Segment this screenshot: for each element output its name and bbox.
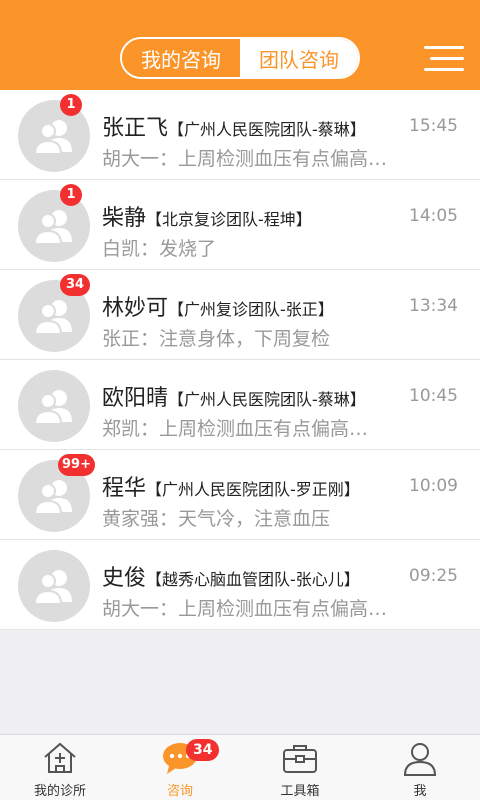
avatar bbox=[18, 550, 90, 622]
avatar: 1 bbox=[18, 94, 90, 172]
unread-badge: 99+ bbox=[58, 454, 95, 476]
user-group-icon bbox=[33, 570, 72, 605]
tab-label: 咨询 bbox=[166, 784, 193, 799]
tab-label: 我的诊所 bbox=[33, 784, 86, 799]
user-group-icon bbox=[33, 480, 72, 515]
conversation-row[interactable]: 34 林妙可【广州复诊团队-张正】 13:34 张正：注意身体，下周复检 bbox=[0, 270, 480, 360]
tab-consult[interactable]: 咨询 bbox=[120, 735, 240, 800]
bottom-tab-bar: 我的诊所 咨询 工具箱 我 bbox=[0, 734, 480, 800]
conversation-row[interactable]: 欧阳晴【广州人民医院团队-蔡琳】 10:45 郑凯：上周检测血压有点偏高… bbox=[0, 360, 480, 450]
team-label: 【广州人民医院团队-罗正刚】 bbox=[146, 480, 360, 499]
clinic-house-icon bbox=[44, 742, 76, 773]
message-preview: 黄家强：天气冷，注意血压 bbox=[102, 508, 331, 530]
team-label: 【越秀心脑血管团队-张心儿】 bbox=[146, 570, 360, 589]
message-preview: 白凯：发烧了 bbox=[102, 238, 217, 260]
message-preview: 胡大一：上周检测血压有点偏高… bbox=[102, 598, 388, 620]
tab-label: 我 bbox=[413, 784, 427, 799]
conversation-row[interactable]: 99+ 程华【广州人民医院团队-罗正刚】 10:09 黄家强：天气冷，注意血压 bbox=[0, 450, 480, 540]
message-time: 15:45 bbox=[409, 116, 458, 136]
avatar: 1 bbox=[18, 184, 90, 262]
segment-my-consult[interactable]: 我的咨询 bbox=[122, 39, 240, 77]
header-bar: 我的咨询 团队咨询 bbox=[0, 0, 480, 90]
segment-team-consult[interactable]: 团队咨询 bbox=[240, 39, 358, 77]
message-time: 10:09 bbox=[409, 476, 458, 496]
avatar: 99+ bbox=[18, 454, 95, 532]
menu-lines-icon[interactable] bbox=[424, 44, 464, 74]
consult-tab-badge: 34 bbox=[186, 739, 220, 761]
contact-name: 柴静 bbox=[102, 206, 147, 231]
user-group-icon bbox=[33, 300, 72, 335]
consult-segment-control: 我的咨询 团队咨询 bbox=[120, 37, 360, 79]
contact-name: 史俊 bbox=[102, 566, 147, 591]
avatar bbox=[18, 370, 90, 442]
team-label: 【广州人民医院团队-蔡琳】 bbox=[168, 120, 366, 139]
conversation-row[interactable]: 1 柴静【北京复诊团队-程坤】 14:05 白凯：发烧了 bbox=[0, 180, 480, 270]
tab-my-clinic[interactable]: 我的诊所 bbox=[0, 735, 120, 800]
message-time: 14:05 bbox=[409, 206, 458, 226]
conversation-row[interactable]: 1 张正飞【广州人民医院团队-蔡琳】 15:45 胡大一：上周检测血压有点偏高… bbox=[0, 90, 480, 180]
tab-toolbox[interactable]: 工具箱 bbox=[240, 735, 360, 800]
message-time: 10:45 bbox=[409, 386, 458, 406]
contact-name: 程华 bbox=[102, 476, 147, 501]
unread-badge: 34 bbox=[60, 274, 91, 296]
unread-badge: 1 bbox=[60, 94, 82, 116]
tab-label: 工具箱 bbox=[280, 784, 320, 799]
contact-name: 欧阳晴 bbox=[102, 386, 169, 411]
avatar: 34 bbox=[18, 274, 91, 352]
person-icon bbox=[403, 743, 437, 776]
toolbox-icon bbox=[283, 745, 317, 773]
user-group-icon bbox=[33, 390, 72, 425]
user-group-icon bbox=[33, 210, 72, 245]
conversation-row[interactable]: 史俊【越秀心脑血管团队-张心儿】 09:25 胡大一：上周检测血压有点偏高… bbox=[0, 540, 480, 630]
message-preview: 张正：注意身体，下周复检 bbox=[102, 328, 331, 350]
message-preview: 郑凯：上周检测血压有点偏高… bbox=[102, 418, 369, 440]
unread-badge: 1 bbox=[60, 184, 82, 206]
team-label: 【广州复诊团队-张正】 bbox=[168, 300, 334, 319]
message-preview: 胡大一：上周检测血压有点偏高… bbox=[102, 148, 388, 170]
team-label: 【广州人民医院团队-蔡琳】 bbox=[168, 390, 366, 409]
conversation-list: 1 张正飞【广州人民医院团队-蔡琳】 15:45 胡大一：上周检测血压有点偏高…… bbox=[0, 90, 480, 630]
user-group-icon bbox=[33, 120, 72, 155]
message-time: 13:34 bbox=[409, 296, 458, 316]
contact-name: 林妙可 bbox=[102, 296, 169, 321]
contact-name: 张正飞 bbox=[102, 116, 169, 141]
team-label: 【北京复诊团队-程坤】 bbox=[146, 210, 312, 229]
message-time: 09:25 bbox=[409, 566, 458, 586]
tab-me[interactable]: 我 bbox=[360, 735, 480, 800]
